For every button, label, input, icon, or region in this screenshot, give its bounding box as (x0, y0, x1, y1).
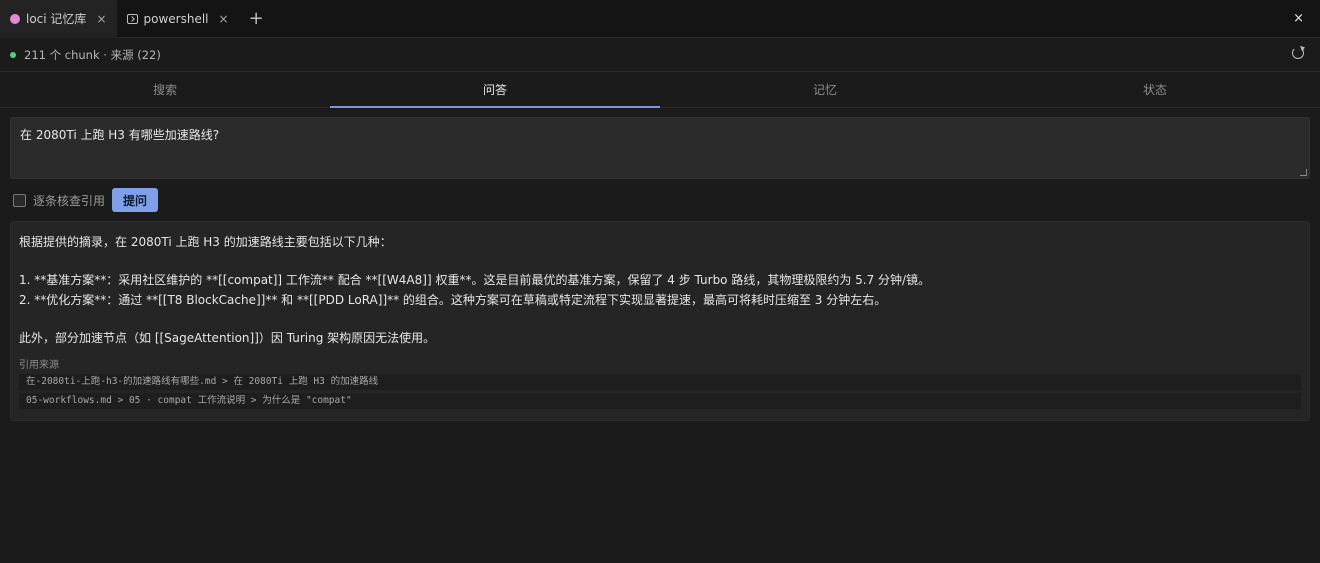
question-text: 在 2080Ti 上跑 H3 有哪些加速路线? (20, 128, 220, 142)
tab-loci[interactable]: loci 记忆库 × (0, 0, 117, 38)
status-text: 211 个 chunk · 来源 (22) (24, 47, 161, 62)
brain-icon (10, 13, 20, 24)
resize-handle-icon[interactable] (1300, 169, 1307, 176)
answer-item: 2. **优化方案**：通过 **[[T8 BlockCache]]** 和 *… (19, 293, 887, 307)
close-icon[interactable]: × (96, 12, 106, 26)
tab-powershell[interactable]: powershell × (117, 0, 239, 38)
answer-item: 1. **基准方案**：采用社区维护的 **[[compat]] 工作流** 配… (19, 273, 931, 287)
source-item[interactable]: 在-2080ti-上跑-h3-的加速路线有哪些.md > 在 2080Ti 上跑… (19, 374, 1301, 390)
answer-intro: 根据提供的摘录，在 2080Ti 上跑 H3 的加速路线主要包括以下几种： (19, 235, 392, 249)
question-input[interactable]: 在 2080Ti 上跑 H3 有哪些加速路线? (10, 117, 1310, 179)
terminal-icon (126, 13, 138, 24)
new-tab-button[interactable]: + (239, 8, 274, 29)
tab-label: powershell (143, 11, 209, 26)
ask-button[interactable]: 提问 (112, 188, 159, 212)
tab-bar: loci 记忆库 × powershell × + × (0, 0, 1320, 38)
close-icon[interactable]: × (219, 12, 229, 26)
nav-tabs: 搜索 问答 记忆 状态 (0, 72, 1320, 108)
tab-label: loci 记忆库 (26, 12, 87, 26)
source-item[interactable]: 05-workflows.md > 05 · compat 工作流说明 > 为什… (19, 393, 1301, 409)
tab-memory[interactable]: 记忆 (660, 72, 990, 107)
window-close-button[interactable]: × (1293, 11, 1304, 26)
tab-search[interactable]: 搜索 (0, 72, 330, 107)
verify-citations-checkbox[interactable] (13, 193, 26, 207)
tab-status[interactable]: 状态 (990, 72, 1320, 107)
verify-citations-label: 逐条核查引用 (33, 193, 106, 208)
status-indicator (10, 51, 16, 58)
ask-controls: 逐条核查引用 提问 (13, 188, 1310, 212)
sources-title: 引用来源 (19, 360, 59, 371)
answer-outro: 此外，部分加速节点（如 [[SageAttention]]）因 Turing 架… (19, 331, 436, 345)
tab-qa[interactable]: 问答 (330, 72, 660, 108)
refresh-icon[interactable] (1292, 47, 1304, 59)
status-bar: 211 个 chunk · 来源 (22) (0, 38, 1320, 72)
answer-panel: 根据提供的摘录，在 2080Ti 上跑 H3 的加速路线主要包括以下几种： 1.… (10, 221, 1310, 421)
